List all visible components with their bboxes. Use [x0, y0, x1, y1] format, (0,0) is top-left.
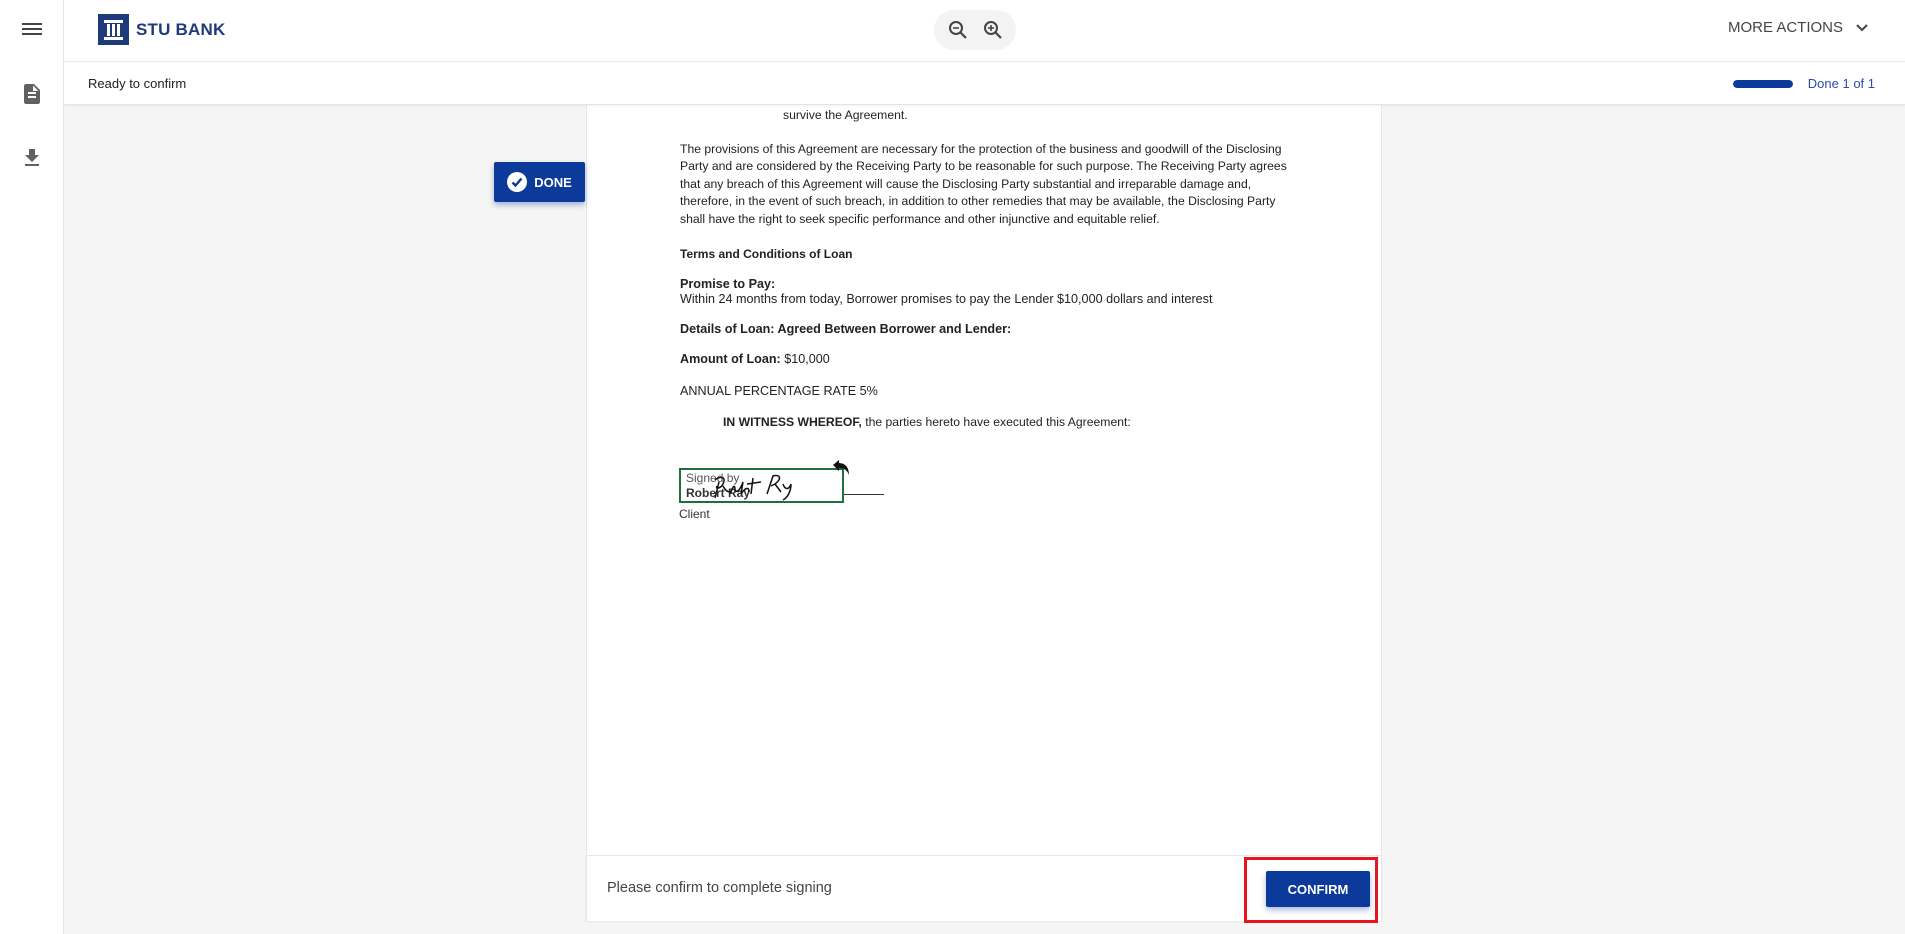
- amount-value: $10,000: [780, 352, 830, 366]
- progress-fill: [1733, 80, 1793, 88]
- apr-value: 5%: [856, 383, 878, 398]
- confirm-button[interactable]: CONFIRM: [1266, 871, 1370, 907]
- zoom-in-icon[interactable]: [980, 17, 1006, 43]
- done-label: DONE: [534, 174, 572, 190]
- brand-logo[interactable]: STU BANK: [98, 14, 225, 45]
- witness-line: IN WITNESS WHEREOF, the parties hereto h…: [680, 414, 1300, 432]
- signature-field[interactable]: Signed by Robert Ray: [679, 460, 849, 503]
- survive-line: survive the Agreement.: [783, 108, 908, 122]
- top-bar: STU BANK MORE ACTIONS: [64, 0, 1905, 62]
- chevron-down-icon: [1856, 23, 1868, 31]
- handwritten-signature: [714, 474, 792, 501]
- amount-label: Amount of Loan:: [680, 352, 781, 366]
- zoom-out-icon[interactable]: [945, 17, 971, 43]
- zoom-controls: [934, 10, 1016, 50]
- apr-line: ANNUAL PERCENTAGE RATE 5%: [680, 383, 1300, 401]
- document-icon[interactable]: [20, 82, 44, 106]
- confirm-footer: Please confirm to complete signing CONFI…: [586, 855, 1382, 921]
- status-text: Ready to confirm: [88, 76, 187, 91]
- more-actions-button[interactable]: MORE ACTIONS: [1728, 19, 1869, 36]
- provisions-paragraph: The provisions of this Agreement are nec…: [680, 141, 1287, 226]
- download-icon[interactable]: [20, 146, 44, 170]
- status-bar: Ready to confirm Done 1 of 1: [64, 62, 1905, 105]
- document-page: survive the Agreement. The provisions of…: [586, 105, 1382, 855]
- signer-role: Client: [679, 507, 710, 521]
- bank-building-icon: [98, 14, 129, 45]
- promise-heading: Promise to Pay:: [680, 276, 776, 291]
- promise-text: Within 24 months from today, Borrower pr…: [680, 291, 1213, 306]
- footer-text: Please confirm to complete signing: [607, 880, 832, 896]
- signature-block: Signed by Robert Ray Client: [679, 460, 884, 521]
- done-button[interactable]: DONE: [494, 162, 585, 202]
- more-actions-label: MORE ACTIONS: [1727, 19, 1843, 36]
- check-circle-icon: [507, 172, 528, 192]
- brand-name: STU BANK: [136, 19, 226, 39]
- undo-arrow-icon[interactable]: [831, 459, 851, 477]
- document-content: survive the Agreement. The provisions of…: [680, 105, 1300, 432]
- apr-label: ANNUAL PERCENTAGE RATE: [680, 383, 857, 398]
- witness-text: the parties hereto have executed this Ag…: [861, 415, 1131, 429]
- amount-line: Amount of Loan: $10,000: [680, 351, 1300, 369]
- signature-line: [844, 494, 884, 495]
- progress-bar: [1733, 80, 1793, 88]
- progress-label: Done 1 of 1: [1807, 76, 1875, 91]
- hamburger-menu-icon[interactable]: [20, 20, 44, 40]
- sidebar: [0, 0, 64, 934]
- witness-bold: IN WITNESS WHEREOF,: [723, 415, 862, 429]
- details-heading: Details of Loan: Agreed Between Borrower…: [680, 321, 1012, 336]
- terms-heading: Terms and Conditions of Loan: [680, 247, 853, 261]
